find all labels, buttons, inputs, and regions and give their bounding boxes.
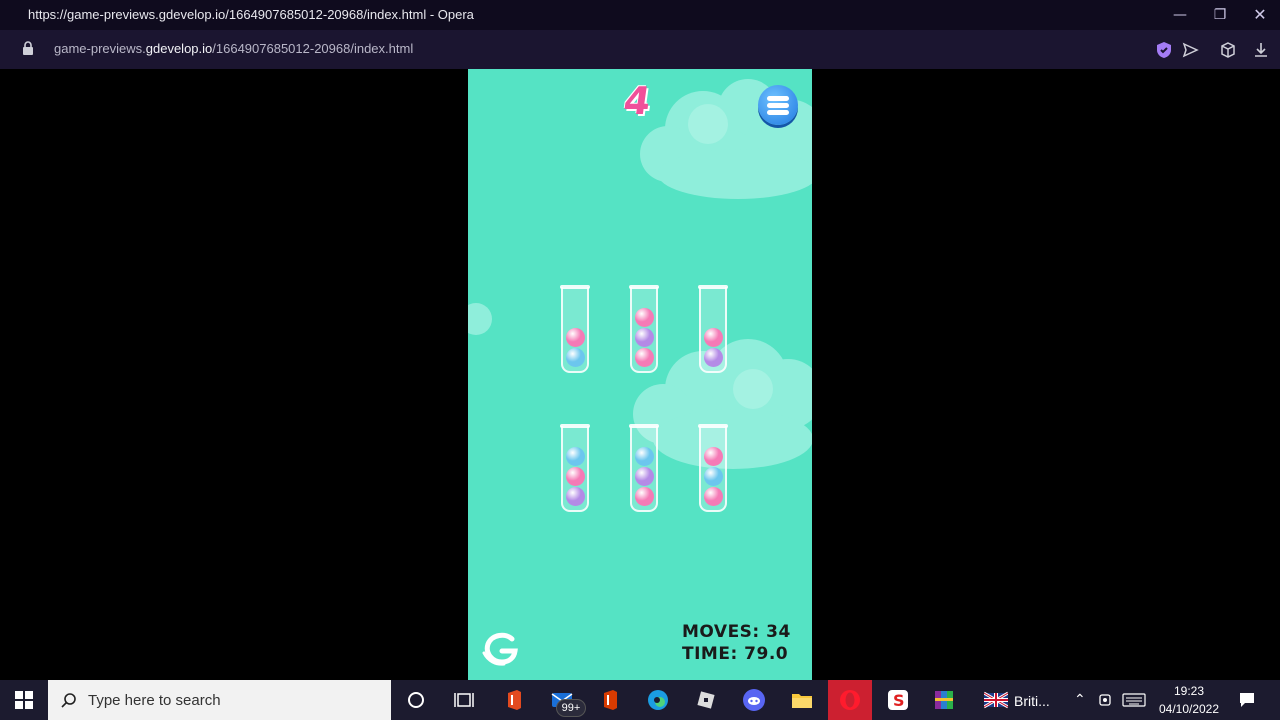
cube-icon[interactable]	[1218, 40, 1238, 60]
time-counter: TIME: 79.0	[682, 644, 789, 664]
opera-icon	[840, 690, 860, 710]
mail-badge: 99+	[556, 699, 586, 717]
blue-ball	[704, 467, 723, 486]
pink-ball	[704, 328, 723, 347]
blue-ball	[635, 447, 654, 466]
pink-ball	[635, 487, 654, 506]
close-button[interactable]: ✕	[1247, 4, 1273, 26]
office-icon[interactable]	[502, 688, 526, 712]
tube[interactable]	[698, 424, 728, 512]
clock-time[interactable]: 19:23	[1152, 684, 1226, 698]
browser-title-bar: https://game-previews.gdevelop.io/166490…	[0, 0, 1280, 30]
stats-panel: MOVES: 34 TIME: 79.0	[682, 621, 791, 665]
minimize-button[interactable]: —	[1167, 4, 1193, 26]
clock-date[interactable]: 04/10/2022	[1152, 702, 1226, 716]
edge-icon[interactable]	[646, 688, 670, 712]
url-prefix: game-previews.	[54, 41, 146, 56]
pink-ball	[566, 328, 585, 347]
tube[interactable]	[698, 285, 728, 373]
discord-icon[interactable]	[742, 688, 766, 712]
moves-counter: MOVES: 34	[682, 622, 791, 642]
url-field[interactable]: game-previews.gdevelop.io/1664907685012-…	[54, 41, 413, 56]
purple-ball	[566, 487, 585, 506]
keyboard-icon[interactable]	[1122, 692, 1146, 708]
winrar-icon[interactable]	[932, 688, 956, 712]
purple-ball	[635, 467, 654, 486]
purple-ball	[635, 328, 654, 347]
lock-icon	[23, 41, 33, 55]
tube[interactable]	[629, 285, 659, 373]
office-2-icon[interactable]	[598, 688, 622, 712]
app-s-icon[interactable]: S	[886, 688, 910, 712]
game-canvas[interactable]: 4 MOVES: 34 TIME: 79.0	[468, 69, 812, 680]
purple-ball	[704, 348, 723, 367]
url-path: /1664907685012-20968/index.html	[212, 41, 414, 56]
restore-button[interactable]: ❐	[1207, 4, 1233, 26]
download-icon[interactable]	[1251, 40, 1271, 60]
cortana-icon[interactable]	[404, 688, 428, 712]
url-domain: gdevelop.io	[145, 41, 213, 56]
uk-flag-icon	[984, 691, 1008, 709]
gdevelop-logo-icon	[482, 632, 518, 666]
taskbar-search[interactable]: Type here to search	[48, 680, 391, 720]
blue-ball	[566, 348, 585, 367]
opera-taskbar-item[interactable]	[828, 680, 872, 720]
tube[interactable]	[560, 285, 590, 373]
address-bar: game-previews.gdevelop.io/1664907685012-…	[0, 30, 1280, 69]
pink-ball	[635, 308, 654, 327]
pink-ball	[704, 447, 723, 466]
meet-now-icon[interactable]	[1098, 692, 1114, 708]
taskbar: Type here to search 99+ S Briti... ⌃ 19:…	[0, 680, 1280, 720]
cloud-decorations	[468, 79, 812, 469]
send-icon[interactable]	[1180, 40, 1200, 60]
window-title: https://game-previews.gdevelop.io/166490…	[28, 7, 474, 22]
windows-start-icon[interactable]	[12, 688, 36, 712]
notifications-icon[interactable]	[1238, 691, 1256, 709]
language-indicator[interactable]: Briti...	[1014, 693, 1050, 709]
menu-button[interactable]	[758, 85, 798, 125]
roblox-icon[interactable]	[694, 688, 718, 712]
search-icon	[61, 693, 76, 708]
pink-ball	[704, 487, 723, 506]
vpn-shield-icon[interactable]	[1154, 40, 1174, 60]
page-viewport: 4 MOVES: 34 TIME: 79.0	[0, 69, 1280, 680]
pink-ball	[635, 348, 654, 367]
tube[interactable]	[629, 424, 659, 512]
file-explorer-icon[interactable]	[790, 688, 814, 712]
blue-ball	[566, 447, 585, 466]
pink-ball	[566, 467, 585, 486]
tube[interactable]	[560, 424, 590, 512]
chevron-up-icon[interactable]: ⌃	[1074, 691, 1086, 708]
task-view-icon[interactable]	[452, 688, 476, 712]
svg-text:S: S	[893, 691, 905, 710]
search-placeholder: Type here to search	[88, 692, 221, 709]
